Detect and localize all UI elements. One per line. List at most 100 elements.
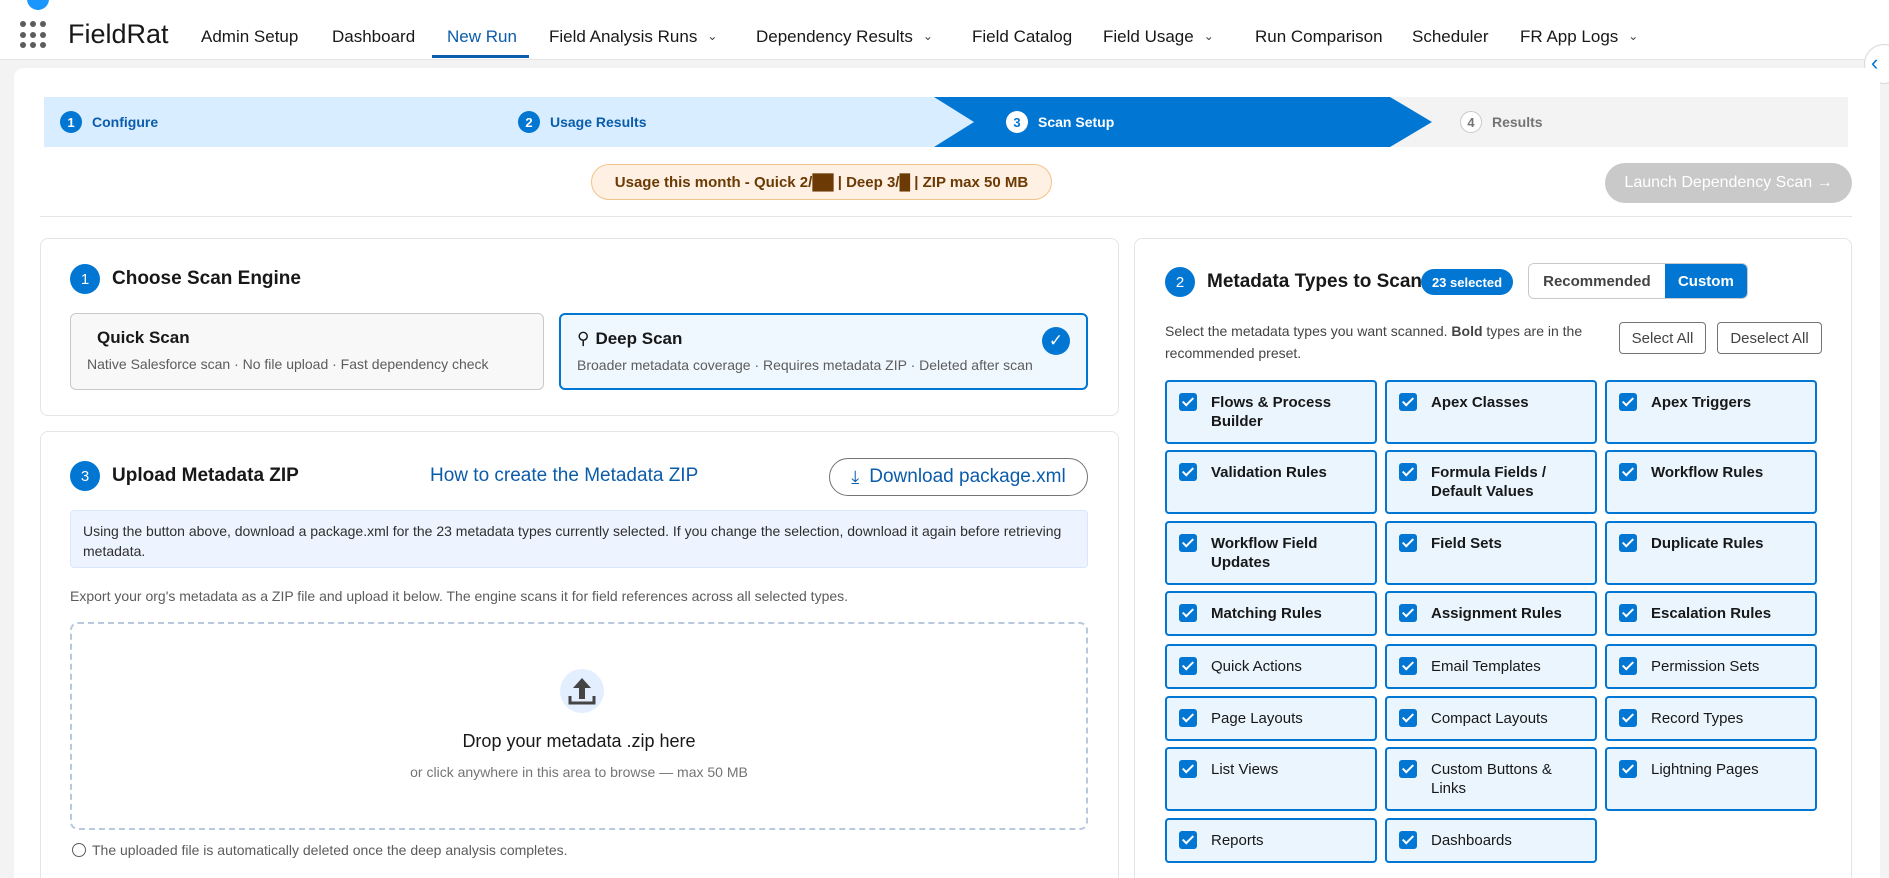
notice-text: The uploaded file is automatically delet… [92,842,568,858]
metadata-type-validation-rules[interactable]: Validation Rules [1165,450,1377,514]
nav-dashboard[interactable]: Dashboard [332,27,415,47]
chevron-down-icon[interactable]: ⌄ [707,29,717,43]
metadata-type-matching-rules[interactable]: Matching Rules [1165,591,1377,636]
progress-path: 1 Configure 2 Usage Results 3 Scan Setup… [44,97,1848,147]
path-step-configure[interactable]: 1 Configure [44,97,500,147]
checkbox[interactable] [1179,709,1197,727]
checkbox[interactable] [1399,463,1417,481]
checkbox[interactable] [1619,534,1637,552]
step-label: Scan Setup [1038,114,1115,130]
deletion-notice: The uploaded file is automatically delet… [72,842,568,858]
checkbox[interactable] [1399,760,1417,778]
metadata-type-field-sets[interactable]: Field Sets [1385,521,1597,585]
nav-label: Field Catalog [972,27,1073,46]
checkbox[interactable] [1399,709,1417,727]
metadata-type-assignment-rules[interactable]: Assignment Rules [1385,591,1597,636]
package-info-box: Using the button above, download a packa… [70,510,1088,568]
app-launcher-icon[interactable] [20,21,48,49]
deep-scan-option[interactable]: ⚲ Deep Scan Broader metadata coverage · R… [559,313,1088,390]
checkbox[interactable] [1399,831,1417,849]
metadata-type-label: Assignment Rules [1431,605,1562,622]
chevron-down-icon[interactable]: ⌄ [1204,29,1214,43]
checkbox[interactable] [1399,604,1417,622]
metadata-type-label: List Views [1211,761,1279,778]
metadata-type-label: Apex Triggers [1651,394,1752,411]
metadata-type-permission-sets[interactable]: Permission Sets [1605,644,1817,689]
metadata-type-list-views[interactable]: List Views [1165,747,1377,811]
chevron-down-icon[interactable]: ⌄ [923,29,933,43]
upload-icon [560,669,604,713]
launch-scan-button[interactable]: Launch Dependency Scan → [1605,163,1852,203]
nav-admin-setup[interactable]: Admin Setup [201,27,298,47]
checkbox[interactable] [1179,463,1197,481]
download-package-button[interactable]: ⤓ Download package.xml [829,458,1088,496]
nav-label: Run Comparison [1255,27,1383,46]
divider [40,216,1852,217]
metadata-type-workflow-field-updates[interactable]: Workflow Field Updates [1165,521,1377,585]
nav-scheduler[interactable]: Scheduler [1412,27,1489,47]
checkbox[interactable] [1619,760,1637,778]
metadata-type-reports[interactable]: Reports [1165,818,1377,863]
path-step-scan-setup[interactable]: 3 Scan Setup [934,97,1434,147]
step-number: 2 [518,111,540,133]
zip-dropzone[interactable]: Drop your metadata .zip here or click an… [70,622,1088,830]
path-step-usage-results[interactable]: 2 Usage Results [500,97,978,147]
checkbox[interactable] [1179,760,1197,778]
checkbox[interactable] [1619,463,1637,481]
checkbox[interactable] [1619,709,1637,727]
metadata-type-label: Workflow Field Updates [1211,535,1318,571]
checkbox[interactable] [1179,657,1197,675]
select-all-button[interactable]: Select All [1619,322,1706,354]
metadata-type-label: Permission Sets [1651,658,1760,675]
metadata-type-quick-actions[interactable]: Quick Actions [1165,644,1377,689]
checkbox[interactable] [1619,604,1637,622]
metadata-type-label: Compact Layouts [1431,710,1548,727]
nav-run-comparison[interactable]: Run Comparison [1255,27,1383,47]
metadata-type-escalation-rules[interactable]: Escalation Rules [1605,591,1817,636]
metadata-type-compact-layouts[interactable]: Compact Layouts [1385,696,1597,741]
metadata-zip-help-link[interactable]: How to create the Metadata ZIP [430,465,698,487]
deselect-all-button[interactable]: Deselect All [1717,322,1822,354]
metadata-type-label: Apex Classes [1431,394,1529,411]
nav-new-run[interactable]: New Run [447,27,517,47]
nav-field-catalog[interactable]: Field Catalog [972,27,1072,47]
nav-field-usage[interactable]: Field Usage ⌄ [1103,27,1214,47]
custom-preset-button[interactable]: Custom [1664,264,1747,298]
checkbox[interactable] [1399,393,1417,411]
checkbox[interactable] [1619,657,1637,675]
checkbox[interactable] [1399,657,1417,675]
nav-field-analysis-runs[interactable]: Field Analysis Runs ⌄ [549,27,717,47]
metadata-type-flows-process-builder[interactable]: Flows & Process Builder [1165,380,1377,444]
metadata-type-label: Matching Rules [1211,605,1322,622]
quick-scan-option[interactable]: Quick Scan Native Salesforce scan · No f… [70,313,544,390]
preset-toggle: Recommended Custom [1528,263,1748,299]
metadata-type-page-layouts[interactable]: Page Layouts [1165,696,1377,741]
checkbox[interactable] [1179,604,1197,622]
metadata-type-apex-triggers[interactable]: Apex Triggers [1605,380,1817,444]
section-number-badge: 1 [70,264,100,294]
metadata-type-lightning-pages[interactable]: Lightning Pages [1605,747,1817,811]
checkbox[interactable] [1179,393,1197,411]
step-label: Results [1492,114,1543,130]
checkbox[interactable] [1179,534,1197,552]
nav-fr-app-logs[interactable]: FR App Logs ⌄ [1520,27,1638,47]
step-number: 3 [1006,111,1028,133]
checkbox[interactable] [1399,534,1417,552]
nav-dependency-results[interactable]: Dependency Results ⌄ [756,27,933,47]
metadata-type-apex-classes[interactable]: Apex Classes [1385,380,1597,444]
usage-badge: Usage this month - Quick 2/██ | Deep 3/█… [591,164,1052,200]
option-title: Quick Scan [97,328,190,347]
chevron-down-icon[interactable]: ⌄ [1628,29,1638,43]
metadata-type-formula-fields-default-values[interactable]: Formula Fields / Default Values [1385,450,1597,514]
metadata-type-record-types[interactable]: Record Types [1605,696,1817,741]
path-step-results[interactable]: 4 Results [1390,97,1848,147]
metadata-type-custom-buttons-links[interactable]: Custom Buttons & Links [1385,747,1597,811]
recommended-preset-button[interactable]: Recommended [1529,264,1665,298]
metadata-type-dashboards[interactable]: Dashboards [1385,818,1597,863]
checkbox[interactable] [1619,393,1637,411]
metadata-type-workflow-rules[interactable]: Workflow Rules [1605,450,1817,514]
metadata-type-duplicate-rules[interactable]: Duplicate Rules [1605,521,1817,585]
top-nav: FieldRat Admin Setup Dashboard New Run F… [0,0,1889,60]
checkbox[interactable] [1179,831,1197,849]
metadata-type-email-templates[interactable]: Email Templates [1385,644,1597,689]
